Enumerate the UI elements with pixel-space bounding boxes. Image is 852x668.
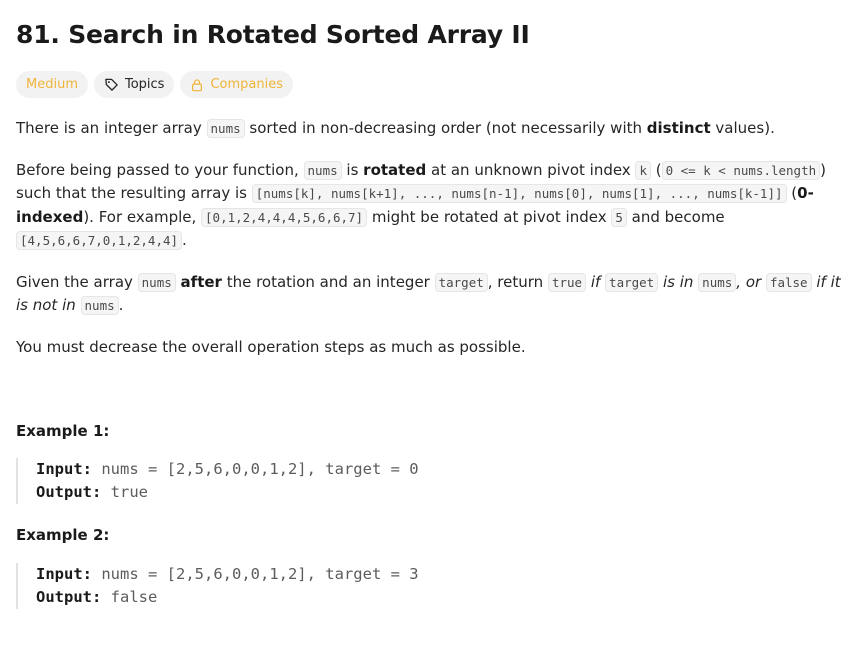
text: . xyxy=(118,296,124,314)
code-snippet: nums xyxy=(137,272,176,292)
companies-label: Companies xyxy=(210,77,284,92)
code-snippet: target xyxy=(605,272,659,292)
code-snippet: target xyxy=(434,272,488,292)
emphasis: after xyxy=(180,272,222,291)
text: ( xyxy=(786,184,798,202)
code-snippet: k xyxy=(635,160,651,180)
difficulty-label: Medium xyxy=(26,77,78,92)
topics-button[interactable]: Topics xyxy=(93,71,175,98)
difficulty-badge: Medium xyxy=(16,71,88,98)
code-snippet: 0 <= k < nums.length xyxy=(661,160,821,180)
example-1-title: Example 1: xyxy=(16,422,110,440)
description-paragraph-2: Before being passed to your function, nu… xyxy=(16,159,842,253)
problem-description: There is an integer array nums sorted in… xyxy=(16,117,842,377)
problem-page: 81. Search in Rotated Sorted Array II Me… xyxy=(0,0,852,668)
example-2-block: Input: nums = [2,5,6,0,0,1,2], target = … xyxy=(16,563,636,609)
text: and become xyxy=(626,207,725,226)
output-label: Output: xyxy=(36,483,102,501)
code-snippet: false xyxy=(765,272,812,292)
example-1-block: Input: nums = [2,5,6,0,0,1,2], target = … xyxy=(16,458,636,504)
input-label: Input: xyxy=(36,565,92,583)
text: ). For example, xyxy=(83,207,202,226)
example-2-title: Example 2: xyxy=(16,526,110,544)
text: , return xyxy=(487,272,548,291)
description-paragraph-4: You must decrease the overall operation … xyxy=(16,337,526,356)
text: might be rotated at pivot index xyxy=(367,207,612,226)
emphasis: distinct xyxy=(646,119,711,137)
topics-label: Topics xyxy=(124,77,165,92)
code-snippet: [0,1,2,4,4,4,5,6,6,7] xyxy=(201,207,368,227)
code-snippet: [4,5,6,6,7,0,1,2,4,4] xyxy=(16,231,183,250)
input-label: Input: xyxy=(36,460,92,478)
description-paragraph-3: Given the array nums after the rotation … xyxy=(16,271,842,318)
companies-button[interactable]: Companies xyxy=(180,71,294,98)
italic-text: is in xyxy=(658,272,699,291)
example-1-output-line: Output: true xyxy=(36,481,636,504)
lock-icon xyxy=(190,78,204,92)
tag-icon xyxy=(104,77,119,92)
example-2-output-line: Output: false xyxy=(36,586,636,609)
code-snippet: nums xyxy=(303,160,342,180)
problem-tags: Medium Topics Companies xyxy=(16,71,294,98)
text: There is an integer array xyxy=(16,119,207,137)
text: ( xyxy=(650,160,662,179)
output-label: Output: xyxy=(36,588,102,606)
output-value: true xyxy=(110,483,148,501)
emphasis: rotated xyxy=(363,160,427,179)
code-snippet: 5 xyxy=(611,207,627,227)
code-snippet: nums xyxy=(206,119,245,138)
text: values). xyxy=(710,119,775,137)
input-value: nums = [2,5,6,0,0,1,2], target = 0 xyxy=(101,460,419,478)
text: Before being passed to your function, xyxy=(16,160,304,179)
code-snippet: nums xyxy=(80,296,119,315)
text: Given the array xyxy=(16,272,138,291)
input-value: nums = [2,5,6,0,0,1,2], target = 3 xyxy=(101,565,419,583)
italic-text: if xyxy=(590,272,606,291)
output-value: false xyxy=(110,588,158,606)
problem-title[interactable]: 81. Search in Rotated Sorted Array II xyxy=(16,20,530,49)
text: sorted in non-decreasing order (not nece… xyxy=(244,119,647,137)
italic-text: , or xyxy=(736,272,766,291)
description-paragraph-1: There is an integer array nums sorted in… xyxy=(16,117,842,141)
text: . xyxy=(182,231,187,249)
example-2-input-line: Input: nums = [2,5,6,0,0,1,2], target = … xyxy=(36,563,636,586)
text: the rotation and an integer xyxy=(221,272,435,291)
text: at an unknown pivot index xyxy=(426,160,636,179)
code-snippet: true xyxy=(547,272,587,292)
code-snippet: nums xyxy=(698,272,737,292)
code-snippet: [nums[k], nums[k+1], ..., nums[n-1], num… xyxy=(251,184,787,203)
text: is xyxy=(341,160,364,179)
example-1-input-line: Input: nums = [2,5,6,0,0,1,2], target = … xyxy=(36,458,636,481)
